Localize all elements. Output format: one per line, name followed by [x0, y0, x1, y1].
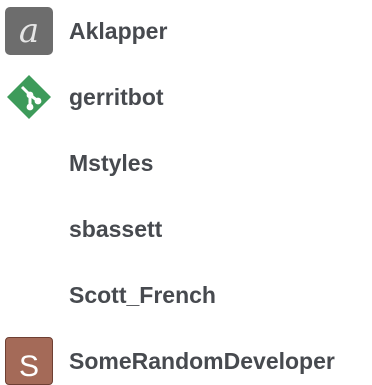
username[interactable]: Scott_French — [69, 271, 216, 319]
user-row-sbassett[interactable]: sbassett — [0, 205, 372, 253]
user-row-mstyles[interactable]: Mstyles — [0, 139, 372, 187]
username[interactable]: Mstyles — [69, 139, 153, 187]
git-logo-svg — [7, 75, 51, 119]
user-row-somerandomdeveloper[interactable]: S SomeRandomDeveloper — [0, 337, 372, 385]
username[interactable]: sbassett — [69, 205, 162, 253]
user-row-gerritbot[interactable]: gerritbot — [0, 73, 372, 121]
username[interactable]: gerritbot — [69, 73, 164, 121]
letter-s-avatar[interactable]: S — [5, 337, 53, 385]
username[interactable]: SomeRandomDeveloper — [69, 337, 335, 385]
letter-a-avatar[interactable]: a — [5, 7, 53, 55]
user-list: a Aklapper gerritbot Mstyles sbassett Sc… — [0, 0, 372, 385]
avatar-letter: S — [18, 350, 39, 383]
user-row-scott-french[interactable]: Scott_French — [0, 271, 372, 319]
avatar-letter: a — [18, 11, 40, 51]
user-row-aklapper[interactable]: a Aklapper — [0, 7, 372, 55]
username[interactable]: Aklapper — [69, 7, 167, 55]
git-diamond-icon[interactable] — [5, 73, 53, 121]
